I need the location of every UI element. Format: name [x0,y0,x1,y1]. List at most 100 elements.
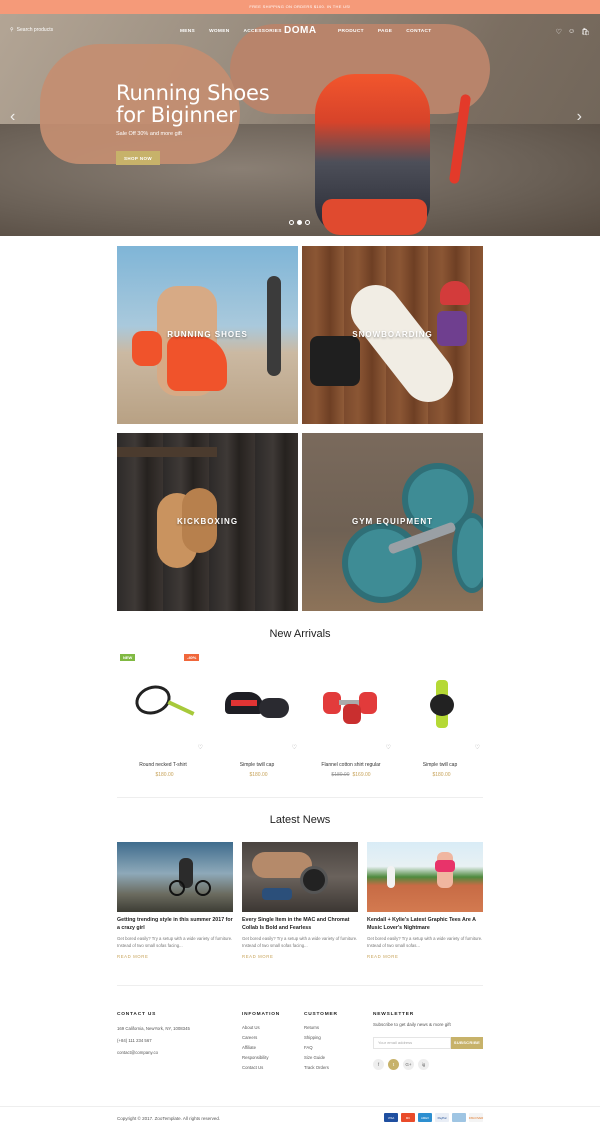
slider-dots [289,220,310,225]
google-plus-icon[interactable]: G+ [403,1059,414,1070]
site-logo[interactable]: DOMA [284,25,317,36]
footer-link-faq[interactable]: FAQ [304,1045,329,1050]
search-input[interactable]: Search products [17,27,53,33]
sneaker-left-stripe [231,700,257,706]
news-title[interactable]: Getting trending style in this summer 20… [117,917,233,932]
slider-dot[interactable] [289,220,294,225]
product-name[interactable]: Simple twill cap [211,762,303,768]
product-price: $180.00 [117,772,209,778]
read-more-link[interactable]: READ MORE [117,954,233,959]
footer-email[interactable]: contact@company.co [117,1050,190,1055]
product-image-sneakers[interactable] [221,672,293,732]
facebook-icon[interactable]: f [373,1059,384,1070]
footer-phone[interactable]: (+84) 111 234 567 [117,1038,190,1043]
news-excerpt: Get bored easily? Try a setup with a wid… [367,936,483,948]
news-image-weightlifting[interactable] [242,842,358,912]
footer-link-careers[interactable]: Careers [242,1035,269,1040]
product-current-price: $169.00 [352,772,371,778]
shop-now-button[interactable]: SHOP NOW [116,151,160,165]
product-card[interactable]: ♡ Flannel cotton shirt regular $180.00 $1… [305,660,397,780]
nav-menu-right: PRODUCT PAGE CONTACT [338,29,431,34]
wishlist-heart-icon[interactable]: ♡ [475,744,480,751]
product-card[interactable]: ♡ Round necked T-shirt $180.00 [117,660,209,780]
newsletter-email-input[interactable]: Your email address [373,1037,451,1049]
footer-link-returns[interactable]: Returns [304,1025,329,1030]
category-label: GYM EQUIPMENT [351,517,433,526]
paypal-icon: PayPal [435,1113,449,1122]
nav-item-page[interactable]: PAGE [378,29,392,34]
product-image-dumbbells[interactable] [315,672,387,732]
wishlist-heart-icon[interactable]: ♡ [386,744,391,751]
product-current-price: $180.00 [155,772,174,778]
promo-bar: FREE SHIPPING ON ORDERS $100. IN THE US! [0,0,600,14]
category-label: SNOWBOARDING [352,330,433,339]
news-image-tennis[interactable] [367,842,483,912]
product-name[interactable]: Flannel cotton shirt regular [305,762,397,768]
product-name[interactable]: Simple twill cap [394,762,486,768]
footer-link-size-guide[interactable]: Size Guide [304,1055,329,1060]
cart-icon[interactable]: 🛍︎ [581,28,590,36]
racket-handle [167,700,195,716]
slider-dot-active[interactable] [297,220,302,225]
nav-item-women[interactable]: WOMEN [209,29,229,34]
nav-item-accessories[interactable]: ACCESSORIES [243,29,281,34]
product-price: $180.00 [211,772,303,778]
product-image-racket[interactable] [127,672,199,732]
subscribe-button[interactable]: SUBSCRIBE [451,1037,483,1049]
footer-customer-heading: CUSTOMER [304,1012,338,1017]
amex-icon: AMEX [418,1113,432,1122]
news-card[interactable]: Every Single Item in the MAC and Chromat… [242,842,358,959]
product-card[interactable]: ♡ Simple twill cap $180.00 [394,660,486,780]
sneaker-right [259,698,289,718]
category-running-shoes[interactable]: RUNNING SHOES [117,246,298,424]
search-box[interactable]: ⚲ Search products [10,27,53,33]
latest-news-title: Latest News [269,814,331,826]
category-label: RUNNING SHOES [167,330,248,339]
mastercard-icon: MC [401,1113,415,1122]
barbell-plate [300,866,328,894]
footer-link-affiliate[interactable]: Affiliate [242,1045,269,1050]
news-title[interactable]: Every Single Item in the MAC and Chromat… [242,917,358,932]
footer-address: 169 California, NewYork, NY, 1008345 [117,1026,190,1031]
prev-slide-icon[interactable]: ‹ [10,108,15,126]
product-card[interactable]: ♡ Simple twill cap $180.00 [211,660,303,780]
category-kickboxing[interactable]: KICKBOXING [117,433,298,611]
instagram-icon[interactable]: ig [418,1059,429,1070]
footer-link-contact[interactable]: Contact Us [242,1065,269,1070]
wishlist-heart-icon[interactable]: ♡ [198,744,203,751]
footer-newsletter-heading: NEWSLETTER [373,1012,415,1017]
category-snowboarding[interactable]: SNOWBOARDING [302,246,483,424]
wishlist-heart-icon[interactable]: ♡ [292,744,297,751]
footer-link-responsibility[interactable]: Responsibility [242,1055,269,1060]
footer-contact-heading: CONTACT US [117,1012,157,1017]
news-card[interactable]: Kendall + Kylie's Latest Graphic Tees Ar… [367,842,483,959]
section-divider [117,797,483,798]
news-card[interactable]: Getting trending style in this summer 20… [117,842,233,959]
footer-link-track-orders[interactable]: Track Orders [304,1065,329,1070]
nav-item-product[interactable]: PRODUCT [338,29,364,34]
product-image-watch[interactable] [404,672,476,732]
twitter-icon[interactable]: t [388,1059,399,1070]
next-slide-icon[interactable]: › [577,108,582,126]
heart-icon[interactable]: ♡ [556,28,562,36]
category-gym-equipment[interactable]: GYM EQUIPMENT [302,433,483,611]
read-more-link[interactable]: READ MORE [367,954,483,959]
social-links: f t G+ ig [373,1059,429,1070]
nav-menu-left: MENS WOMEN ACCESSORIES [180,29,282,34]
footer-link-about[interactable]: About Us [242,1025,269,1030]
search-icon: ⚲ [10,27,14,33]
read-more-link[interactable]: READ MORE [242,954,358,959]
nav-item-contact[interactable]: CONTACT [406,29,431,34]
hero-title-line1: Running Shoes [116,81,270,105]
news-title[interactable]: Kendall + Kylie's Latest Graphic Tees Ar… [367,917,483,932]
user-icon[interactable]: ☺ [568,28,575,36]
news-image-cyclist[interactable] [117,842,233,912]
lifter-shoes [262,888,292,900]
footer-link-shipping[interactable]: Shipping [304,1035,329,1040]
slider-dot[interactable] [305,220,310,225]
watch-face [430,694,454,716]
nav-item-mens[interactable]: MENS [180,29,195,34]
product-name[interactable]: Round necked T-shirt [117,762,209,768]
dumbbell-weight [359,692,377,714]
footer-contact-list: 169 California, NewYork, NY, 1008345 (+8… [117,1026,190,1055]
